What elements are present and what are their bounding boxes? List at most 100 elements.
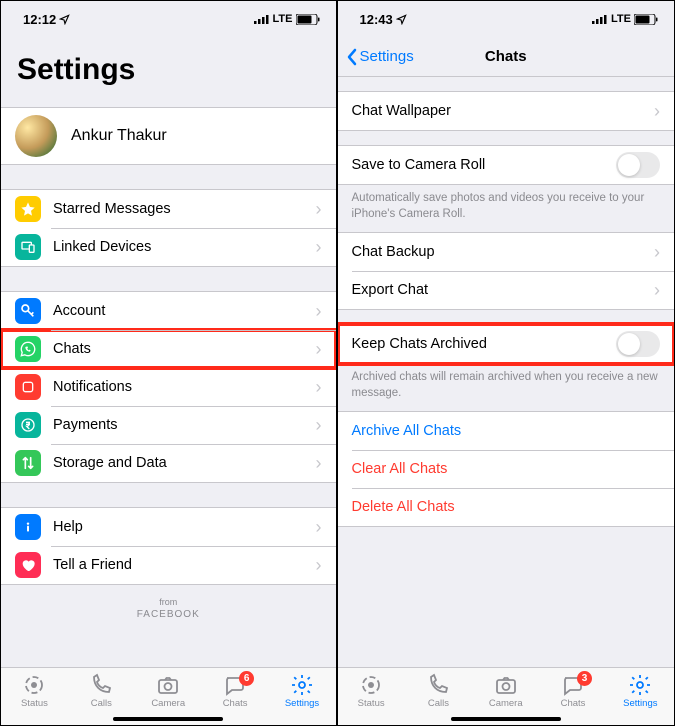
chevron-right-icon: › xyxy=(316,453,322,474)
back-button[interactable]: Settings xyxy=(346,48,414,66)
location-icon xyxy=(59,14,70,25)
camera-icon xyxy=(156,673,180,697)
tab-settings[interactable]: Settings xyxy=(271,673,333,709)
nav-title: Chats xyxy=(485,48,527,65)
tab-calls[interactable]: Calls xyxy=(407,673,469,709)
location-icon xyxy=(396,14,407,25)
row-export-chat[interactable]: Export Chat › xyxy=(338,271,675,309)
whatsapp-icon xyxy=(15,336,41,362)
tab-status[interactable]: Status xyxy=(3,673,65,709)
settings-row-payments[interactable]: Payments› xyxy=(1,406,336,444)
chevron-right-icon: › xyxy=(316,555,322,576)
camera-icon xyxy=(494,673,518,697)
tab-label: Status xyxy=(21,698,48,709)
row-label: Payments xyxy=(53,417,316,433)
status-bar: 12:12 LTE xyxy=(1,1,336,37)
tab-calls[interactable]: Calls xyxy=(70,673,132,709)
chevron-right-icon: › xyxy=(654,280,660,301)
settings-row-storage-and-data[interactable]: Storage and Data› xyxy=(1,444,336,482)
battery-icon xyxy=(634,14,658,25)
row-label: Chats xyxy=(53,341,316,357)
toggle-save-camera-roll[interactable] xyxy=(616,152,660,178)
chevron-right-icon: › xyxy=(654,242,660,263)
chevron-right-icon: › xyxy=(316,339,322,360)
caption-save-camera: Automatically save photos and videos you… xyxy=(338,185,675,232)
heart-icon xyxy=(15,552,41,578)
row-chat-wallpaper[interactable]: Chat Wallpaper › xyxy=(338,92,675,130)
tab-camera[interactable]: Camera xyxy=(137,673,199,709)
tab-chats[interactable]: Chats 3 xyxy=(542,673,604,709)
tab-label: Settings xyxy=(285,698,319,709)
tab-bar: Status Calls Camera Chats 3 Settings xyxy=(338,667,675,725)
row-label: Linked Devices xyxy=(53,239,316,255)
chevron-right-icon: › xyxy=(316,199,322,220)
footer-text: from FACEBOOK xyxy=(1,585,336,626)
profile-row[interactable]: Ankur Thakur xyxy=(1,108,336,164)
calls-icon xyxy=(89,673,113,697)
settings-row-linked-devices[interactable]: Linked Devices› xyxy=(1,228,336,266)
tab-label: Calls xyxy=(91,698,112,709)
info-icon xyxy=(15,514,41,540)
caption-keep-archived: Archived chats will remain archived when… xyxy=(338,364,675,411)
settings-row-notifications[interactable]: Notifications› xyxy=(1,368,336,406)
row-keep-chats-archived[interactable]: Keep Chats Archived xyxy=(338,325,675,363)
star-icon xyxy=(15,196,41,222)
settings-row-help[interactable]: Help› xyxy=(1,508,336,546)
row-chat-backup[interactable]: Chat Backup › xyxy=(338,233,675,271)
tab-chats[interactable]: Chats 6 xyxy=(204,673,266,709)
nav-bar: Settings Chats xyxy=(338,37,675,77)
row-label: Account xyxy=(53,303,316,319)
tab-label: Chats xyxy=(223,698,248,709)
status-icon xyxy=(22,673,46,697)
row-clear-all[interactable]: Clear All Chats xyxy=(338,450,675,488)
settings-row-tell-a-friend[interactable]: Tell a Friend› xyxy=(1,546,336,584)
tab-badge: 3 xyxy=(577,671,592,686)
tab-label: Status xyxy=(358,698,385,709)
devices-icon xyxy=(15,234,41,260)
tab-bar: Status Calls Camera Chats 6 Settings xyxy=(1,667,336,725)
tab-label: Calls xyxy=(428,698,449,709)
tab-camera[interactable]: Camera xyxy=(475,673,537,709)
tab-label: Chats xyxy=(561,698,586,709)
settings-icon xyxy=(290,673,314,697)
row-label: Notifications xyxy=(53,379,316,395)
signal-icon xyxy=(592,14,608,24)
row-delete-all[interactable]: Delete All Chats xyxy=(338,488,675,526)
calls-icon xyxy=(426,673,450,697)
bell-icon xyxy=(15,374,41,400)
settings-row-account[interactable]: Account› xyxy=(1,292,336,330)
phone-settings: 12:12 LTE Settings Ankur Thakur Starred … xyxy=(1,1,338,725)
tab-badge: 6 xyxy=(239,671,254,686)
home-indicator xyxy=(113,717,223,721)
arrows-icon xyxy=(15,450,41,476)
chevron-left-icon xyxy=(346,48,358,66)
page-title: Settings xyxy=(1,37,336,107)
status-network: LTE xyxy=(611,13,631,25)
row-label: Tell a Friend xyxy=(53,557,316,573)
row-archive-all[interactable]: Archive All Chats xyxy=(338,412,675,450)
tab-label: Settings xyxy=(623,698,657,709)
status-icon xyxy=(359,673,383,697)
chevron-right-icon: › xyxy=(316,517,322,538)
toggle-keep-archived[interactable] xyxy=(616,331,660,357)
tab-label: Camera xyxy=(151,698,185,709)
chevron-right-icon: › xyxy=(316,415,322,436)
settings-row-chats[interactable]: Chats› xyxy=(1,330,336,368)
row-label: Starred Messages xyxy=(53,201,316,217)
battery-icon xyxy=(296,14,320,25)
rupee-icon xyxy=(15,412,41,438)
chevron-right-icon: › xyxy=(316,301,322,322)
signal-icon xyxy=(254,14,270,24)
tab-label: Camera xyxy=(489,698,523,709)
tab-status[interactable]: Status xyxy=(340,673,402,709)
phone-chats-settings: 12:43 LTE Settings Chats Chat Wallpaper … xyxy=(338,1,675,725)
chevron-right-icon: › xyxy=(316,377,322,398)
row-label: Storage and Data xyxy=(53,455,316,471)
status-network: LTE xyxy=(273,13,293,25)
tab-settings[interactable]: Settings xyxy=(609,673,671,709)
row-save-camera-roll[interactable]: Save to Camera Roll xyxy=(338,146,675,184)
settings-row-starred-messages[interactable]: Starred Messages› xyxy=(1,190,336,228)
avatar xyxy=(15,115,57,157)
chevron-right-icon: › xyxy=(316,237,322,258)
profile-name: Ankur Thakur xyxy=(71,127,322,145)
